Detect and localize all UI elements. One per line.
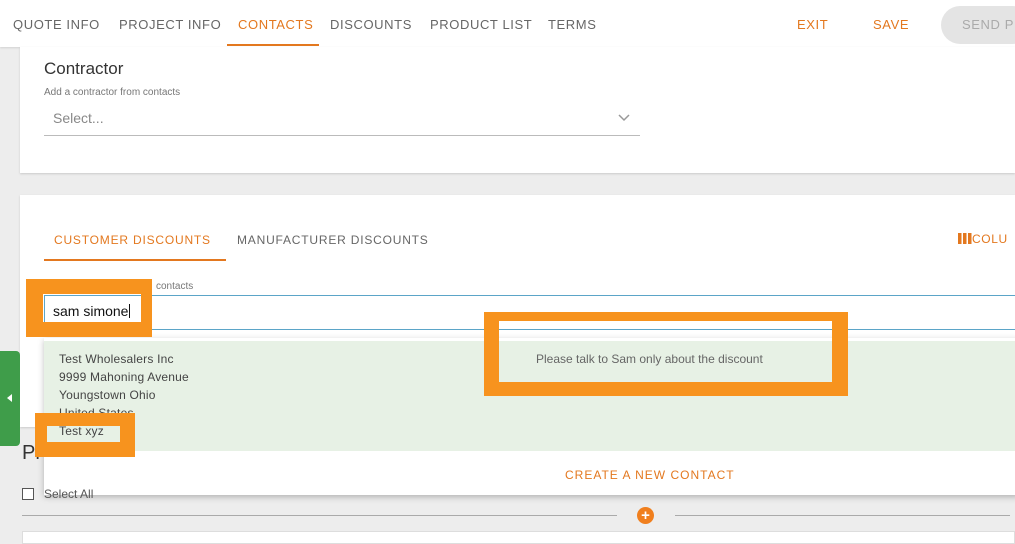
chevron-left-icon — [7, 394, 12, 402]
tab-project-info[interactable]: PROJECT INFO — [119, 17, 221, 32]
add-icon[interactable]: + — [637, 507, 654, 524]
contractor-select[interactable] — [44, 106, 640, 136]
highlight-box-search — [26, 279, 152, 337]
result-company-name: Test Wholesalers Inc — [59, 352, 174, 366]
create-new-contact-button[interactable]: CREATE A NEW CONTACT — [565, 468, 735, 482]
tab-quote-info[interactable]: QUOTE INFO — [13, 17, 100, 32]
save-button[interactable]: SAVE — [873, 17, 909, 32]
contractor-title: Contractor — [44, 59, 124, 78]
columns-button[interactable]: COLU — [958, 232, 1008, 246]
contractor-subtitle: Add a contractor from contacts — [44, 87, 181, 98]
result-street: 9999 Mahoning Avenue — [59, 370, 189, 384]
contractor-select-placeholder: Select... — [53, 110, 104, 126]
columns-icon — [958, 233, 972, 244]
tab-manufacturer-discounts[interactable]: MANUFACTURER DISCOUNTS — [237, 233, 429, 247]
divider — [675, 515, 1010, 516]
highlight-box-note — [484, 312, 848, 396]
tab-contacts[interactable]: CONTACTS — [238, 17, 313, 32]
tab-product-list[interactable]: PRODUCT LIST — [430, 17, 532, 32]
highlight-box-extra — [35, 413, 135, 457]
select-all-label: Select All — [44, 487, 94, 501]
send-button[interactable]: SEND P — [941, 6, 1015, 44]
send-button-label: SEND P — [962, 17, 1015, 32]
tab-discounts[interactable]: DISCOUNTS — [330, 17, 412, 32]
tab-customer-discounts[interactable]: CUSTOMER DISCOUNTS — [54, 233, 211, 247]
active-tab-indicator — [227, 44, 319, 46]
chevron-down-icon[interactable] — [617, 112, 631, 124]
divider — [22, 515, 617, 516]
select-all-checkbox[interactable] — [22, 488, 34, 500]
active-discount-tab-indicator — [44, 259, 226, 261]
columns-label: COLU — [972, 232, 1008, 246]
bottom-card — [22, 531, 1015, 544]
contact-search-label: contacts — [156, 281, 194, 292]
result-city: Youngstown Ohio — [59, 388, 156, 402]
tab-terms[interactable]: TERMS — [548, 17, 597, 32]
exit-button[interactable]: EXIT — [797, 17, 828, 32]
